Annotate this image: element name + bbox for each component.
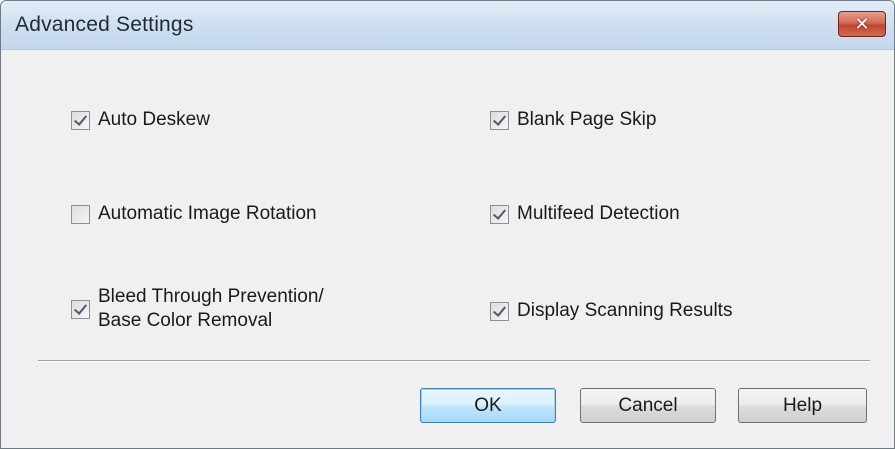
multifeed-detection-option[interactable]: Multifeed Detection — [490, 202, 680, 226]
close-button[interactable]: ✕ — [838, 11, 886, 37]
automatic-image-rotation-label[interactable]: Automatic Image Rotation — [98, 202, 317, 226]
auto-deskew-checkbox[interactable] — [71, 110, 90, 130]
blank-page-skip-label[interactable]: Blank Page Skip — [517, 108, 656, 132]
title-bar[interactable]: Advanced Settings ✕ — [1, 1, 894, 50]
bleed-through-option[interactable]: Bleed Through Prevention/ Base Color Rem… — [71, 285, 324, 333]
advanced-settings-dialog: Advanced Settings ✕ Auto Deskew Blank Pa… — [0, 0, 895, 449]
cancel-button[interactable]: Cancel — [580, 388, 716, 423]
display-scanning-results-option[interactable]: Display Scanning Results — [490, 299, 732, 323]
multifeed-detection-label[interactable]: Multifeed Detection — [517, 202, 680, 226]
blank-page-skip-checkbox[interactable] — [490, 110, 509, 130]
automatic-image-rotation-checkbox[interactable] — [71, 204, 90, 224]
bleed-through-label-line2: Base Color Removal — [98, 310, 273, 331]
bleed-through-label-line1: Bleed Through Prevention/ — [98, 286, 324, 307]
bleed-through-checkbox[interactable] — [71, 299, 90, 319]
display-scanning-results-checkbox[interactable] — [490, 301, 509, 321]
bleed-through-label[interactable]: Bleed Through Prevention/ Base Color Rem… — [98, 285, 324, 333]
help-button[interactable]: Help — [738, 388, 867, 423]
close-icon: ✕ — [854, 14, 870, 34]
dialog-title: Advanced Settings — [15, 13, 194, 36]
automatic-image-rotation-option[interactable]: Automatic Image Rotation — [71, 202, 317, 226]
auto-deskew-option[interactable]: Auto Deskew — [71, 108, 210, 132]
ok-button[interactable]: OK — [420, 388, 556, 423]
multifeed-detection-checkbox[interactable] — [490, 204, 509, 224]
display-scanning-results-label[interactable]: Display Scanning Results — [517, 299, 732, 323]
auto-deskew-label[interactable]: Auto Deskew — [98, 108, 210, 132]
blank-page-skip-option[interactable]: Blank Page Skip — [490, 108, 656, 132]
dialog-content: Auto Deskew Blank Page Skip Automatic Im… — [1, 50, 894, 448]
divider — [38, 360, 870, 362]
